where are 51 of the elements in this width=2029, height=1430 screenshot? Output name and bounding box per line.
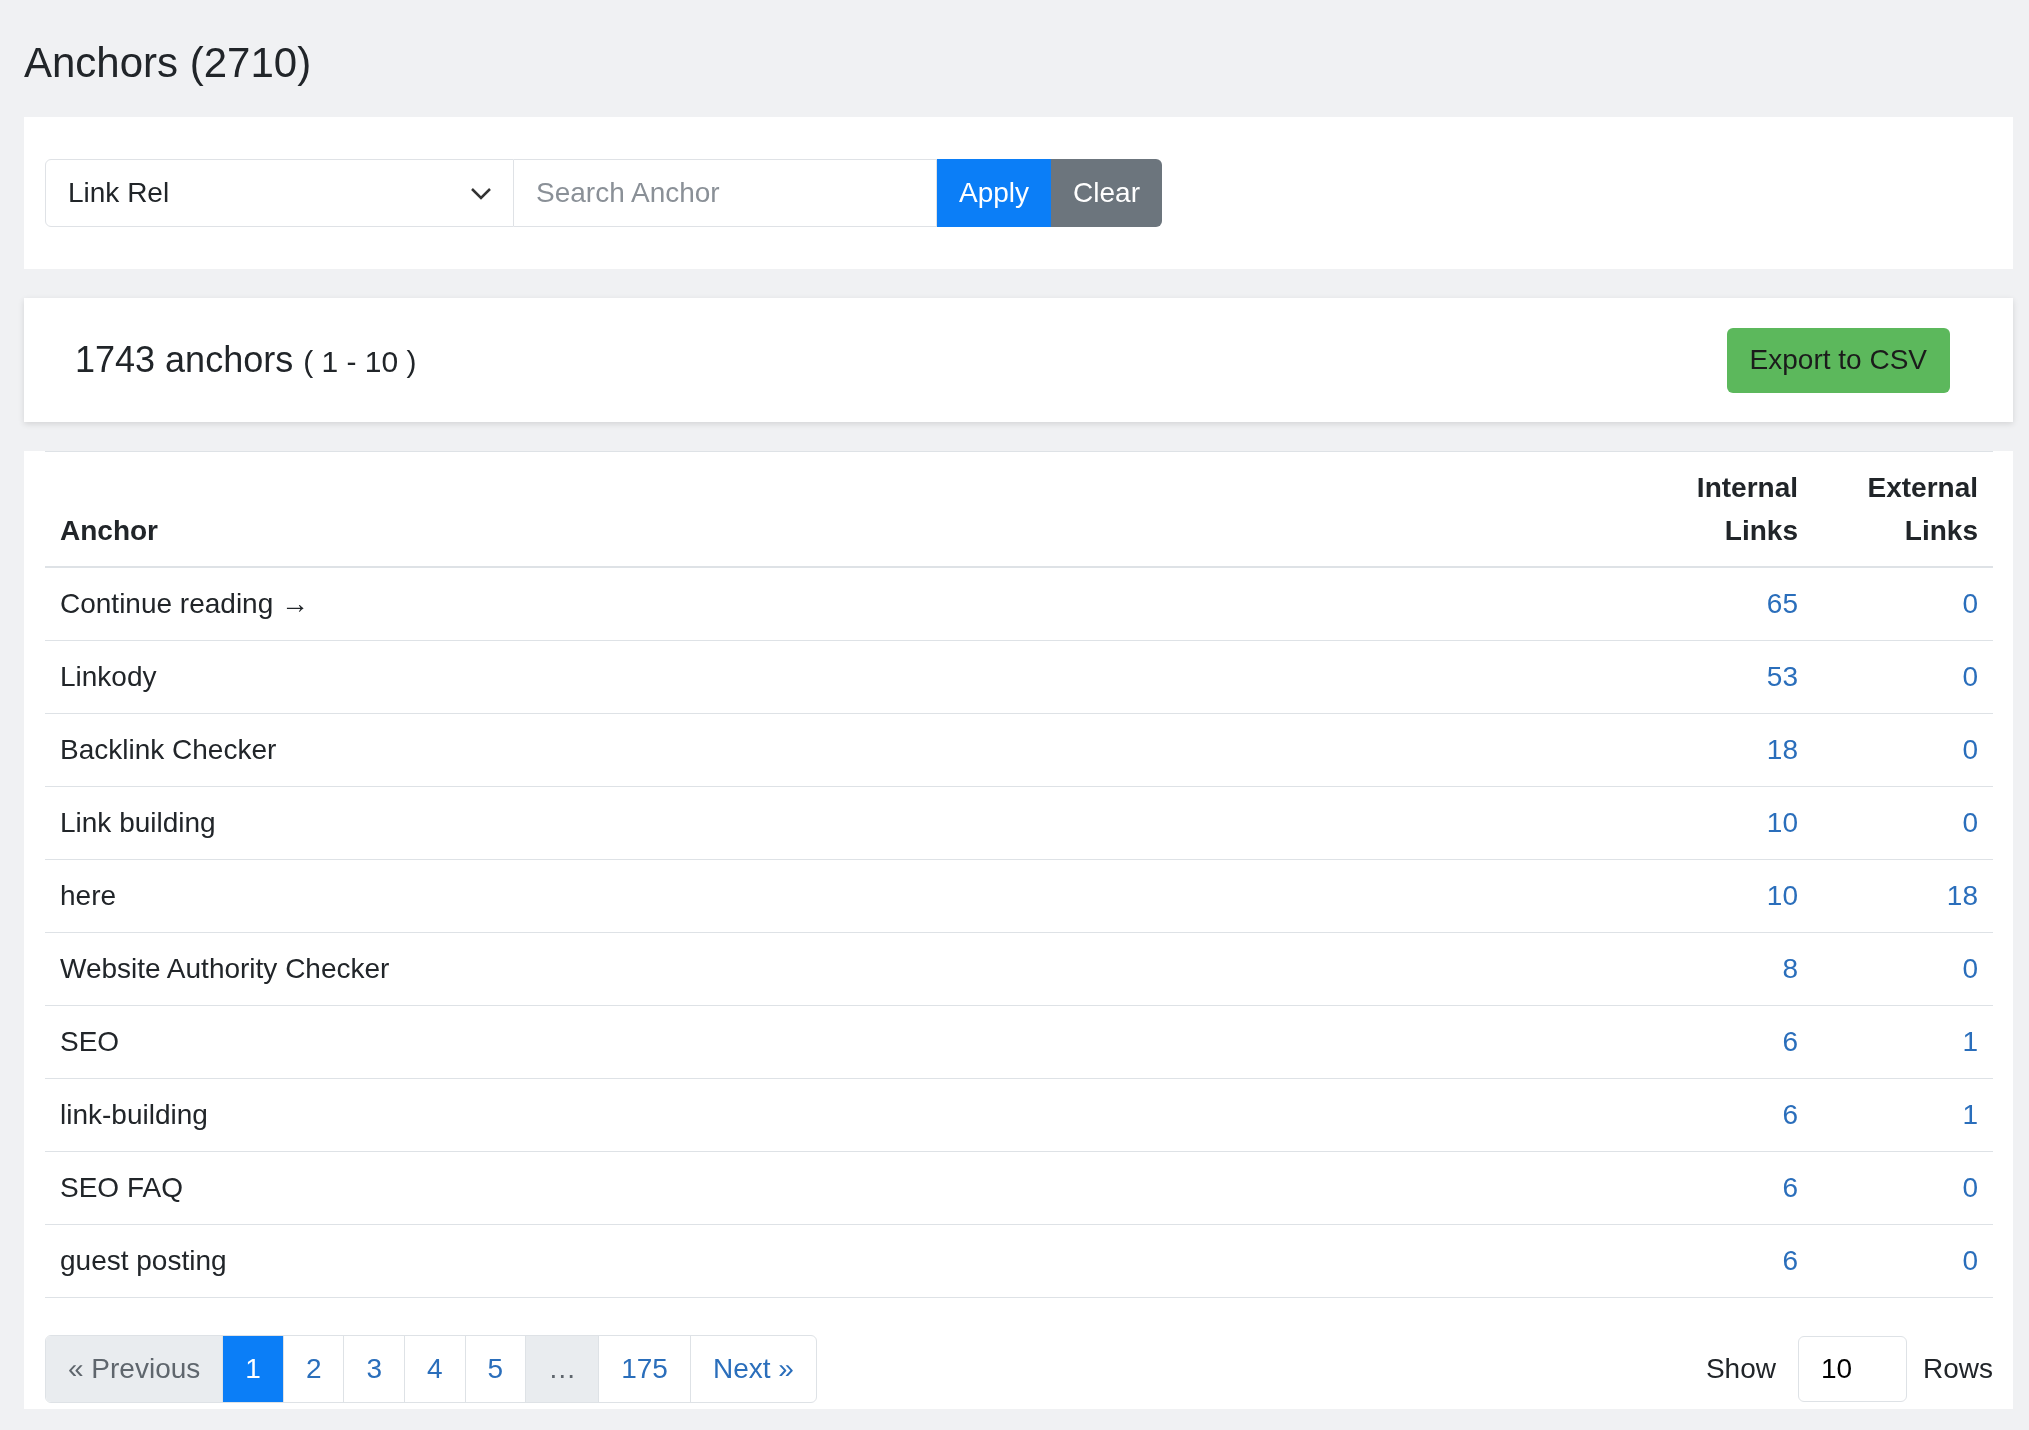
- external-links-count[interactable]: 0: [1962, 588, 1978, 619]
- link-rel-dropdown[interactable]: Link Rel: [45, 159, 514, 227]
- anchor-cell: here: [45, 859, 1633, 933]
- page-title: Anchors (2710): [24, 39, 312, 87]
- external-links-count[interactable]: 0: [1962, 1172, 1978, 1203]
- chevron-down-icon: [469, 185, 493, 201]
- anchor-cell: Backlink Checker: [45, 713, 1633, 787]
- page-link[interactable]: Next »: [689, 1336, 816, 1402]
- page-link[interactable]: 1: [222, 1336, 283, 1402]
- internal-links-count[interactable]: 10: [1766, 807, 1798, 838]
- rows-label: Rows: [1923, 1353, 1993, 1385]
- external-links-count[interactable]: 18: [1946, 880, 1978, 911]
- page-link[interactable]: 3: [343, 1336, 405, 1402]
- internal-links-count[interactable]: 53: [1766, 661, 1798, 692]
- internal-links-count[interactable]: 6: [1782, 1026, 1798, 1057]
- internal-links-count[interactable]: 18: [1766, 734, 1798, 765]
- anchor-cell: SEO: [45, 1005, 1633, 1079]
- range-text: ( 1 - 10 ): [303, 345, 417, 378]
- external-links-count[interactable]: 1: [1962, 1026, 1978, 1057]
- page-link[interactable]: 4: [404, 1336, 465, 1402]
- anchor-cell: link-building: [45, 1078, 1633, 1152]
- search-field[interactable]: Search Anchor: [514, 159, 937, 227]
- external-links-count[interactable]: 0: [1962, 661, 1978, 692]
- anchor-cell: Link building: [45, 786, 1633, 860]
- export-csv-button[interactable]: Export to CSV: [1726, 327, 1950, 393]
- column-header: External Links: [1866, 471, 1978, 548]
- page-link[interactable]: 2: [282, 1336, 344, 1402]
- anchor-cell: SEO FAQ: [45, 1151, 1633, 1225]
- rows-per-page-field[interactable]: 10: [1798, 1336, 1907, 1402]
- external-links-count[interactable]: 1: [1962, 1099, 1978, 1130]
- show-label: Show: [1705, 1353, 1776, 1385]
- internal-links-count[interactable]: 6: [1782, 1245, 1798, 1276]
- internal-links-count[interactable]: 65: [1766, 588, 1798, 619]
- page-link[interactable]: 175: [598, 1336, 690, 1402]
- column-header: Anchor: [60, 515, 158, 546]
- anchor-cell: Website Authority Checker: [45, 932, 1633, 1006]
- external-links-count[interactable]: 0: [1962, 807, 1978, 838]
- anchor-count: 1743 anchors: [75, 339, 294, 380]
- apply-button[interactable]: Apply: [937, 159, 1052, 227]
- clear-button[interactable]: Clear: [1051, 159, 1162, 227]
- external-links-count[interactable]: 0: [1962, 734, 1978, 765]
- external-links-count[interactable]: 0: [1962, 953, 1978, 984]
- internal-links-count[interactable]: 6: [1782, 1099, 1798, 1130]
- internal-links-count[interactable]: 8: [1782, 953, 1798, 984]
- internal-links-count[interactable]: 10: [1766, 880, 1798, 911]
- external-links-count[interactable]: 0: [1962, 1245, 1978, 1276]
- anchor-cell: guest posting: [45, 1224, 1633, 1298]
- internal-links-count[interactable]: 6: [1782, 1172, 1798, 1203]
- anchor-cell: Linkody: [45, 640, 1633, 714]
- anchor-cell: Continue reading →: [45, 567, 1633, 641]
- column-header: Internal Links: [1695, 471, 1798, 548]
